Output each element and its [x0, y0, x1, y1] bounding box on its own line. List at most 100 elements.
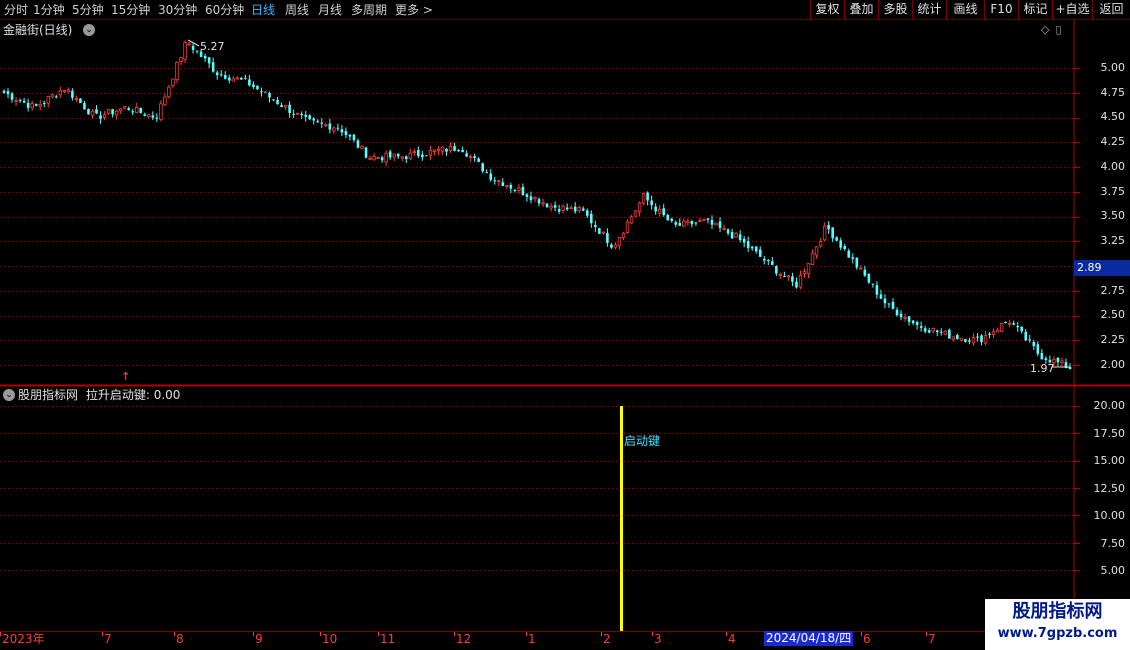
candle-body [477, 158, 480, 162]
candle-body [806, 263, 811, 274]
candle-body [272, 99, 275, 101]
date-axis: 2023年 7 8 9 10 11 12 1 2 3 4 6 7 [0, 631, 1130, 650]
candle-body [6, 91, 10, 95]
candle-body [95, 109, 98, 114]
candle-body [883, 298, 887, 304]
candle-body [662, 208, 666, 216]
candle-body [557, 209, 561, 212]
candle-body [529, 196, 533, 201]
candle-body [99, 115, 102, 119]
candle-body [617, 237, 622, 247]
candle-body [948, 329, 951, 339]
candle-body [533, 196, 537, 199]
candle-body [135, 106, 139, 113]
candle-body [561, 205, 565, 211]
indicator-title[interactable]: 股朋指标网 拉升启动键: 0.00 [18, 387, 180, 403]
candle-body [678, 223, 682, 226]
candle-body [440, 146, 445, 152]
chevron-down-icon[interactable]: ⌄ [3, 389, 15, 401]
candle-body [384, 152, 388, 163]
candle-body [1016, 325, 1020, 328]
date-tick [652, 632, 653, 636]
candle-body [835, 237, 838, 241]
candle-body [66, 89, 71, 93]
candle-body [509, 185, 513, 189]
candle-body [10, 93, 14, 100]
candle-body [1044, 358, 1048, 361]
y-tick: 20.00 [1093, 399, 1126, 412]
candle-body [710, 219, 714, 225]
candle-body [320, 122, 324, 124]
date-label: 2023年 [2, 632, 45, 646]
candle-body [565, 207, 569, 210]
candle-body [312, 118, 316, 121]
candle-body [256, 85, 259, 90]
candle-body [625, 221, 630, 233]
candle-body [931, 328, 935, 332]
date-label: 1 [528, 632, 536, 646]
candle-body [810, 252, 815, 265]
candle-body [376, 157, 380, 159]
candle-body [147, 114, 151, 117]
candle-body [231, 78, 235, 82]
date-label: 7 [104, 632, 112, 646]
date-tick [601, 632, 602, 636]
cursor-date-label: 2024/04/18/四 [764, 631, 854, 646]
y-tick: 3.25 [1100, 234, 1126, 247]
candle-body [610, 244, 613, 248]
candle-body [847, 250, 851, 258]
candle-body [260, 91, 263, 93]
stock-title[interactable]: 金融街(日线) [3, 22, 72, 38]
candle-body [219, 74, 223, 76]
candle-body [750, 246, 754, 249]
y-tick: 3.50 [1100, 209, 1126, 222]
date-tick [861, 632, 862, 636]
candle-body [682, 220, 686, 227]
candle-body [545, 203, 549, 208]
candle-body [151, 115, 155, 118]
candle-body [493, 180, 497, 182]
candle-body [90, 110, 95, 116]
candle-body [686, 220, 690, 223]
candle-body [505, 185, 509, 188]
window-icon[interactable]: ▯ [1055, 23, 1061, 36]
chevron-down-icon[interactable]: ⌄ [83, 24, 95, 36]
date-tick [378, 632, 379, 636]
candle-body [851, 257, 855, 259]
candle-body [915, 322, 919, 325]
candle-body [971, 337, 976, 344]
kline-chart[interactable] [0, 0, 1130, 650]
candle-body [417, 150, 420, 156]
candle-body [62, 89, 67, 92]
candle-body [292, 113, 295, 115]
candle-body [553, 205, 557, 208]
candle-body [775, 265, 778, 274]
candle-body [436, 149, 441, 152]
candle-body [114, 110, 119, 116]
candle-body [621, 232, 626, 238]
y-tick: 2.25 [1100, 333, 1126, 346]
candle-body [939, 331, 943, 333]
candle-body [485, 172, 489, 174]
candle-body [791, 276, 794, 282]
candle-body [726, 229, 730, 234]
candle-body [831, 227, 834, 239]
candle-body [991, 331, 996, 336]
y-tick: 17.50 [1093, 427, 1126, 440]
candle-body [988, 333, 991, 335]
candle-body [131, 111, 135, 113]
candle-body [943, 330, 947, 335]
candle-body [601, 231, 606, 234]
diamond-icon[interactable]: ◇ [1041, 23, 1049, 36]
y-tick: 15.00 [1093, 454, 1126, 467]
date-label: 6 [863, 632, 871, 646]
candle-body [445, 148, 448, 152]
date-tick [726, 632, 727, 636]
y-tick: 4.75 [1100, 86, 1126, 99]
current-price-badge: 2.89 [1074, 260, 1130, 276]
candle-body [827, 224, 830, 230]
candle-body [822, 225, 827, 241]
candle-body [276, 99, 279, 105]
date-label: 9 [255, 632, 263, 646]
candle-body [641, 193, 646, 204]
